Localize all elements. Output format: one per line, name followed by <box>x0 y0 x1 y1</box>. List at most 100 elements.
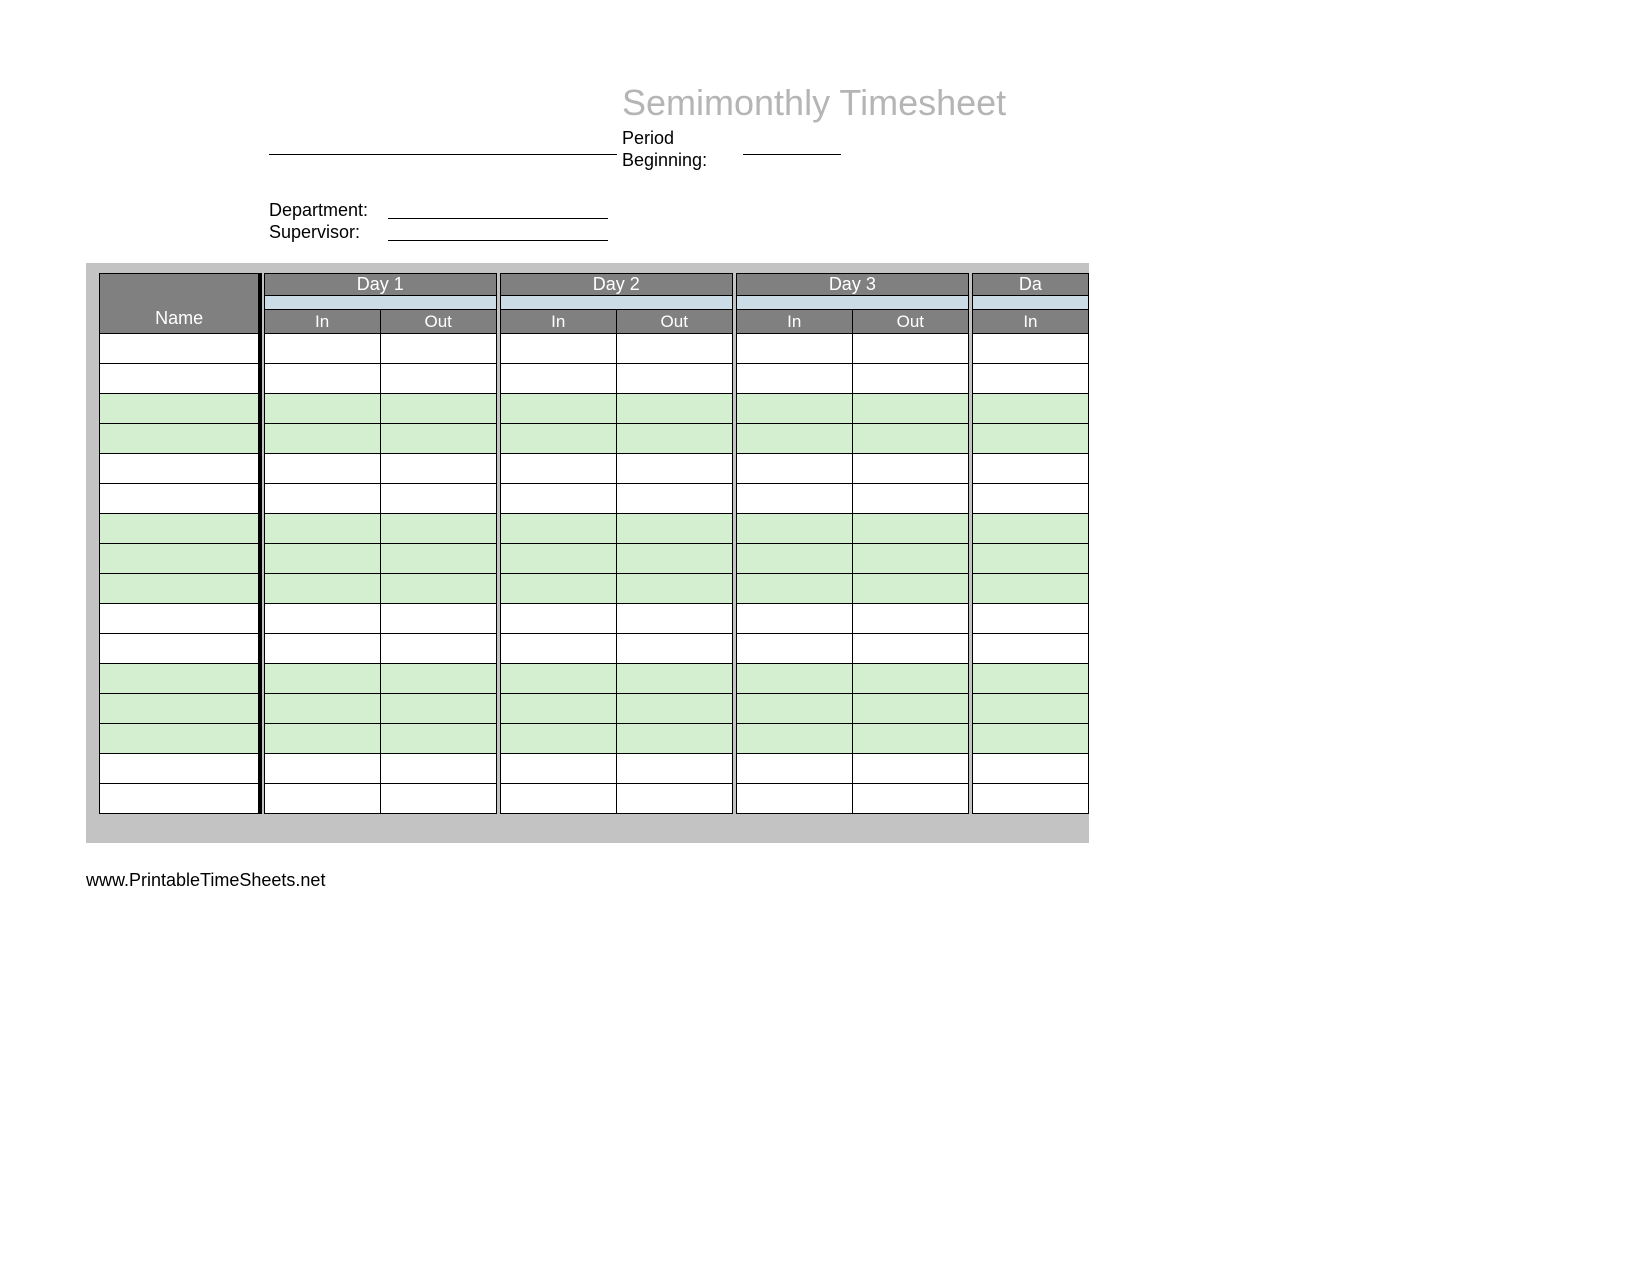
cell-in[interactable] <box>500 784 616 814</box>
cell-out[interactable] <box>852 424 968 454</box>
cell-in[interactable] <box>264 514 380 544</box>
cell-out[interactable] <box>616 334 732 364</box>
cell-in[interactable] <box>264 544 380 574</box>
cell-out[interactable] <box>380 454 496 484</box>
cell-in[interactable] <box>972 484 1088 514</box>
cell-in[interactable] <box>736 424 852 454</box>
cell-in[interactable] <box>264 784 380 814</box>
cell-in[interactable] <box>736 694 852 724</box>
cell-out[interactable] <box>616 634 732 664</box>
cell-out[interactable] <box>616 664 732 694</box>
cell-in[interactable] <box>500 454 616 484</box>
cell-in[interactable] <box>264 394 380 424</box>
cell-in[interactable] <box>264 664 380 694</box>
cell-out[interactable] <box>380 634 496 664</box>
cell-name[interactable] <box>100 754 261 784</box>
cell-name[interactable] <box>100 724 261 754</box>
cell-in[interactable] <box>972 544 1088 574</box>
cell-in[interactable] <box>264 454 380 484</box>
cell-in[interactable] <box>972 754 1088 784</box>
cell-out[interactable] <box>852 454 968 484</box>
cell-in[interactable] <box>736 544 852 574</box>
cell-out[interactable] <box>616 574 732 604</box>
cell-out[interactable] <box>616 754 732 784</box>
cell-out[interactable] <box>616 364 732 394</box>
cell-out[interactable] <box>380 664 496 694</box>
cell-name[interactable] <box>100 514 261 544</box>
cell-in[interactable] <box>972 334 1088 364</box>
cell-in[interactable] <box>736 724 852 754</box>
cell-name[interactable] <box>100 784 261 814</box>
cell-out[interactable] <box>380 394 496 424</box>
cell-out[interactable] <box>380 484 496 514</box>
cell-in[interactable] <box>736 784 852 814</box>
cell-out[interactable] <box>380 514 496 544</box>
cell-out[interactable] <box>380 604 496 634</box>
cell-in[interactable] <box>972 784 1088 814</box>
cell-name[interactable] <box>100 454 261 484</box>
cell-in[interactable] <box>264 334 380 364</box>
cell-in[interactable] <box>500 334 616 364</box>
cell-name[interactable] <box>100 364 261 394</box>
cell-out[interactable] <box>616 724 732 754</box>
cell-in[interactable] <box>736 754 852 784</box>
cell-out[interactable] <box>616 544 732 574</box>
cell-in[interactable] <box>972 364 1088 394</box>
cell-in[interactable] <box>500 754 616 784</box>
cell-in[interactable] <box>972 604 1088 634</box>
cell-out[interactable] <box>852 544 968 574</box>
cell-name[interactable] <box>100 634 261 664</box>
cell-name[interactable] <box>100 484 261 514</box>
cell-out[interactable] <box>852 784 968 814</box>
cell-in[interactable] <box>500 574 616 604</box>
cell-in[interactable] <box>736 364 852 394</box>
cell-out[interactable] <box>380 544 496 574</box>
cell-out[interactable] <box>616 454 732 484</box>
cell-out[interactable] <box>852 514 968 544</box>
cell-in[interactable] <box>264 634 380 664</box>
cell-in[interactable] <box>972 634 1088 664</box>
cell-in[interactable] <box>500 424 616 454</box>
cell-in[interactable] <box>972 664 1088 694</box>
cell-out[interactable] <box>852 754 968 784</box>
cell-in[interactable] <box>736 394 852 424</box>
cell-in[interactable] <box>736 604 852 634</box>
cell-name[interactable] <box>100 334 261 364</box>
cell-in[interactable] <box>264 574 380 604</box>
cell-out[interactable] <box>380 574 496 604</box>
cell-in[interactable] <box>500 604 616 634</box>
cell-out[interactable] <box>380 364 496 394</box>
cell-in[interactable] <box>736 664 852 694</box>
cell-name[interactable] <box>100 694 261 724</box>
cell-out[interactable] <box>616 484 732 514</box>
cell-in[interactable] <box>736 334 852 364</box>
cell-out[interactable] <box>616 604 732 634</box>
cell-out[interactable] <box>616 694 732 724</box>
cell-in[interactable] <box>500 694 616 724</box>
cell-in[interactable] <box>736 514 852 544</box>
cell-in[interactable] <box>736 634 852 664</box>
cell-in[interactable] <box>736 574 852 604</box>
cell-in[interactable] <box>264 424 380 454</box>
cell-in[interactable] <box>972 424 1088 454</box>
cell-out[interactable] <box>852 334 968 364</box>
cell-out[interactable] <box>380 784 496 814</box>
cell-in[interactable] <box>972 574 1088 604</box>
cell-out[interactable] <box>380 754 496 784</box>
cell-out[interactable] <box>380 334 496 364</box>
cell-out[interactable] <box>616 394 732 424</box>
cell-name[interactable] <box>100 394 261 424</box>
cell-in[interactable] <box>972 694 1088 724</box>
cell-in[interactable] <box>500 364 616 394</box>
cell-name[interactable] <box>100 424 261 454</box>
cell-out[interactable] <box>616 514 732 544</box>
cell-out[interactable] <box>380 694 496 724</box>
cell-in[interactable] <box>500 664 616 694</box>
cell-name[interactable] <box>100 574 261 604</box>
cell-in[interactable] <box>500 724 616 754</box>
cell-in[interactable] <box>500 544 616 574</box>
cell-out[interactable] <box>852 484 968 514</box>
cell-out[interactable] <box>852 724 968 754</box>
cell-in[interactable] <box>972 724 1088 754</box>
cell-name[interactable] <box>100 664 261 694</box>
